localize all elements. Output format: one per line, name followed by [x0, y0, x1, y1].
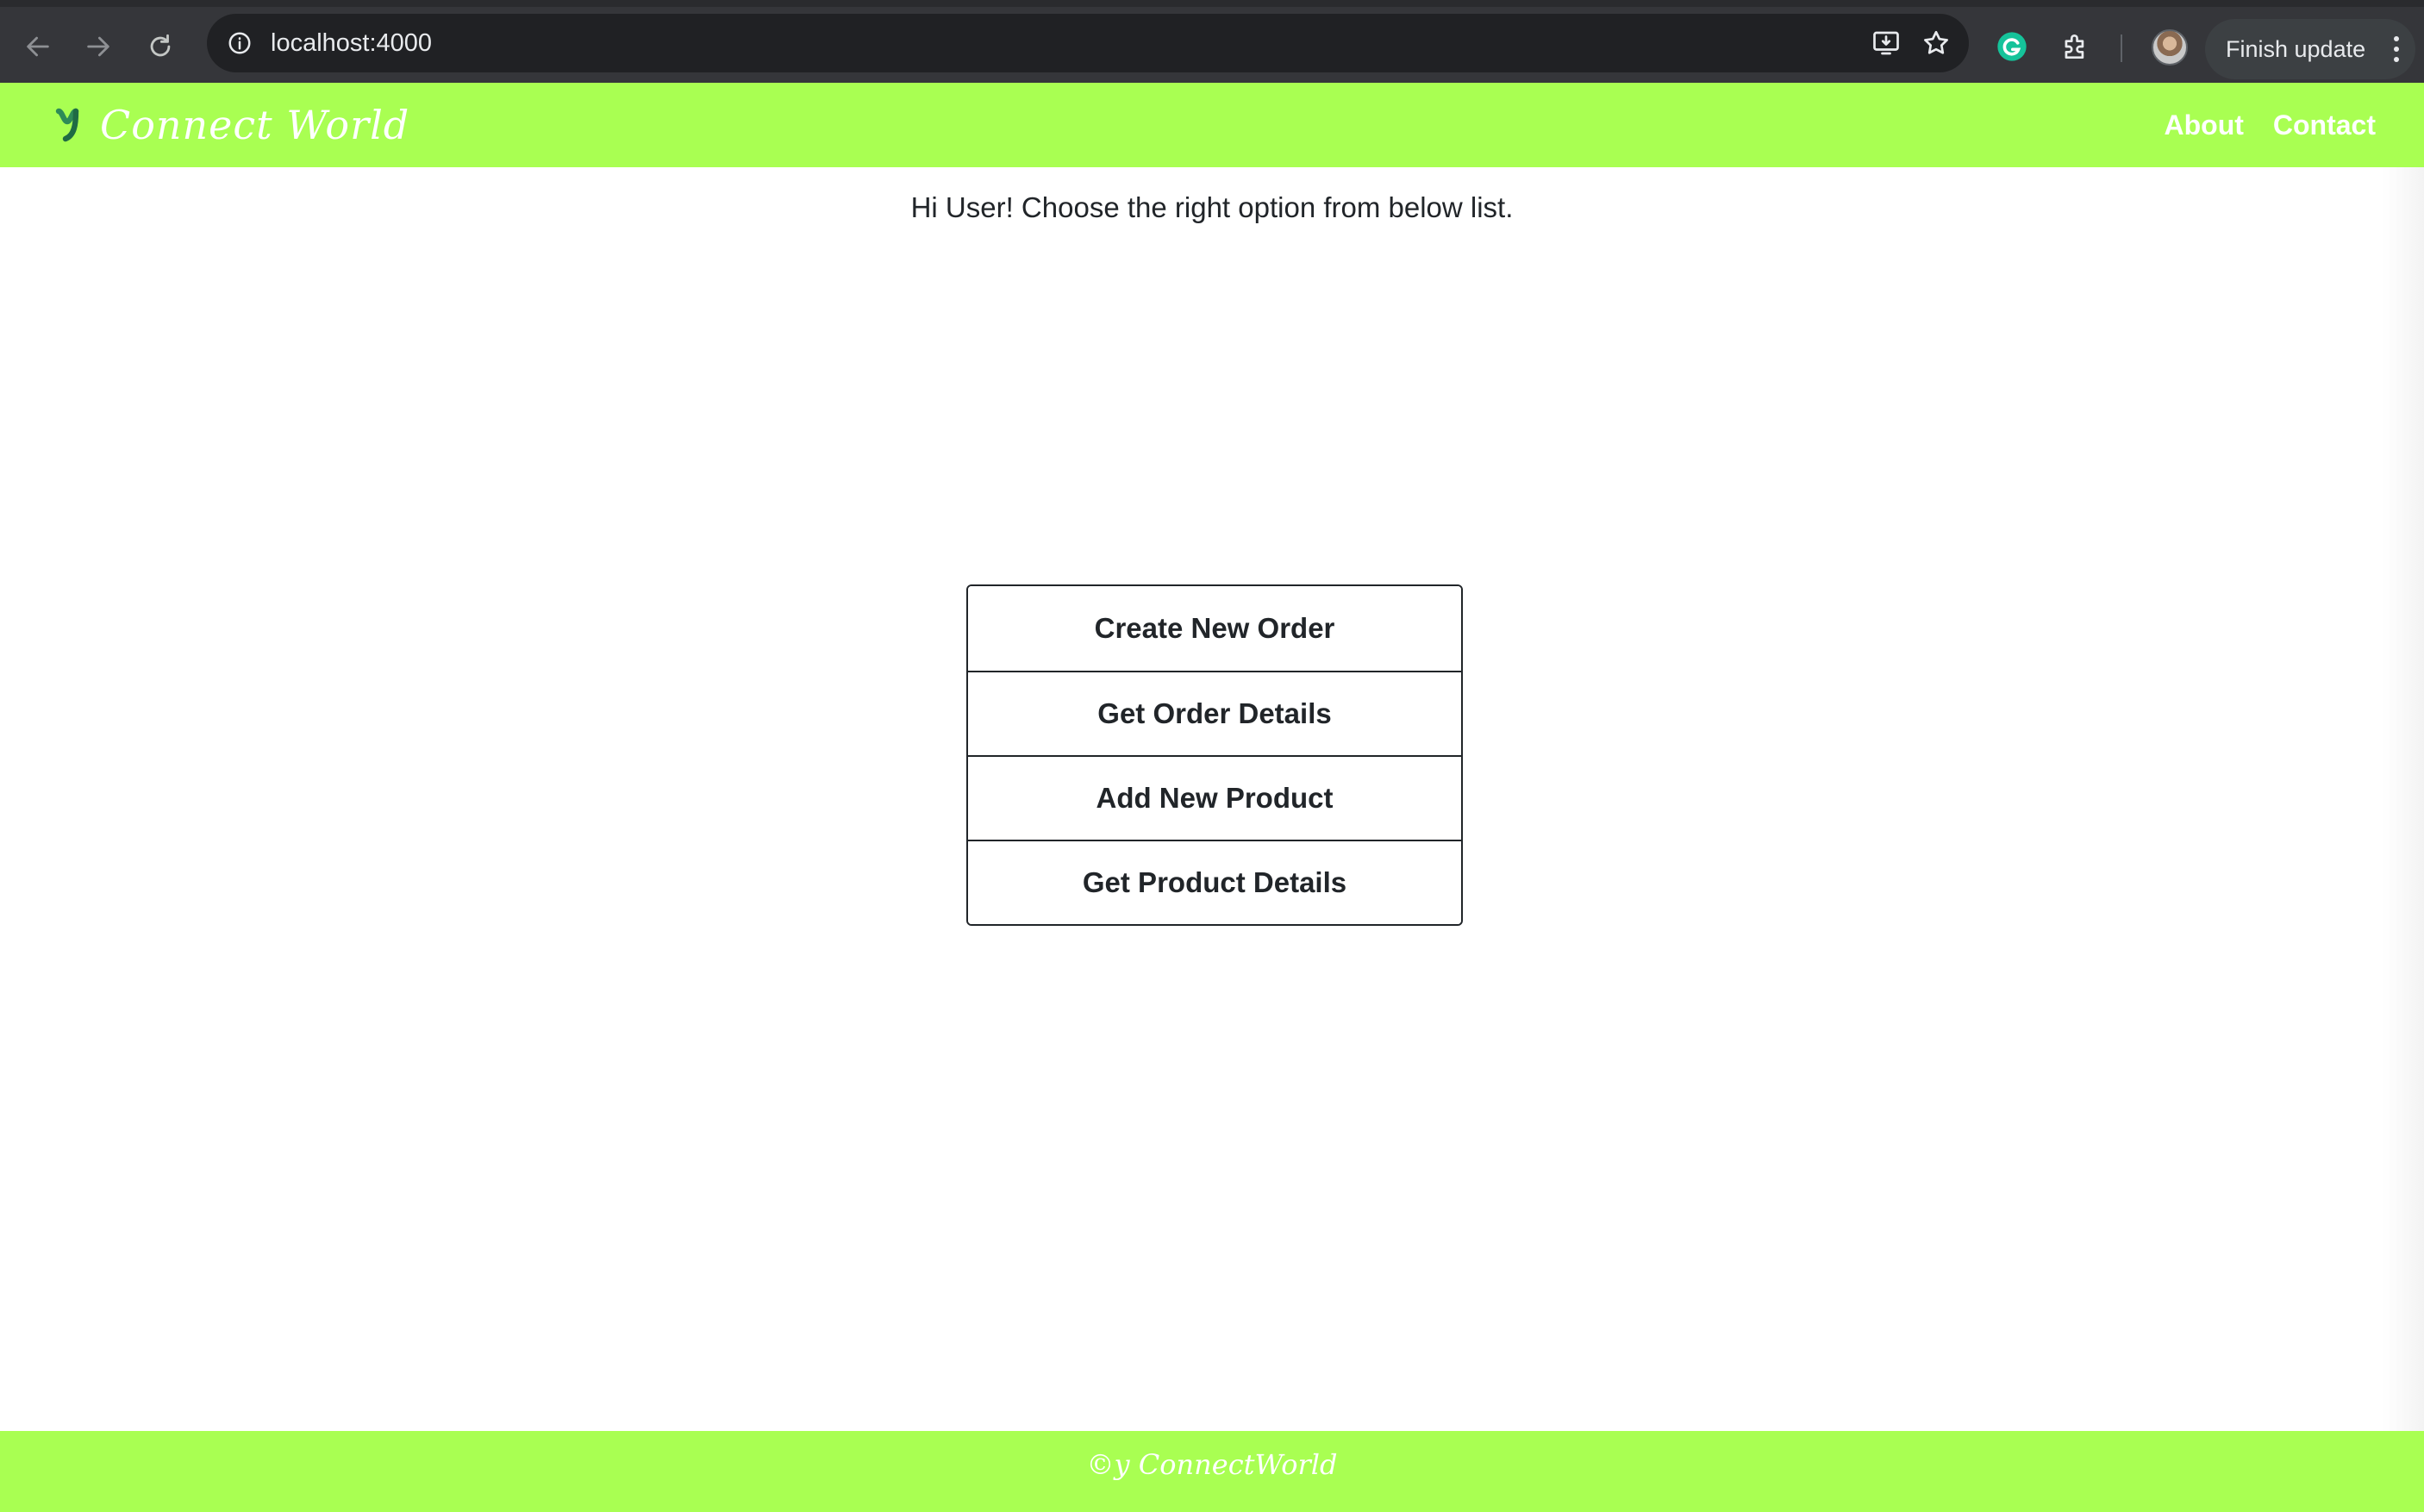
reload-icon	[150, 34, 171, 57]
finish-update-label: Finish update	[2226, 36, 2366, 62]
address-bar[interactable]: localhost:4000	[207, 14, 1969, 72]
logo-icon	[55, 108, 79, 142]
url-text[interactable]: localhost:4000	[271, 14, 432, 72]
get-product-details-button[interactable]: Get Product Details	[968, 840, 1461, 924]
create-new-order-button[interactable]: Create New Order	[968, 586, 1461, 671]
finish-update-button[interactable]: Finish update	[2205, 19, 2415, 79]
header-nav: About Contact	[2164, 83, 2376, 167]
get-order-details-button[interactable]: Get Order Details	[968, 671, 1461, 755]
grammarly-icon[interactable]	[1991, 26, 2033, 67]
brand-link[interactable]: Connect World	[53, 98, 409, 152]
back-button[interactable]	[14, 22, 62, 71]
scroll-edge-shade	[2383, 167, 2424, 1431]
avatar[interactable]	[2152, 29, 2188, 66]
arrow-right-icon	[87, 36, 109, 57]
nav-link-about[interactable]: About	[2164, 109, 2243, 141]
kebab-menu-icon	[2393, 36, 2400, 62]
forward-button[interactable]	[74, 22, 122, 71]
info-icon[interactable]	[222, 26, 257, 60]
install-app-icon[interactable]	[1869, 26, 1903, 60]
reload-button[interactable]	[136, 22, 184, 71]
toolbar-divider	[2121, 34, 2122, 62]
brand-name: Connect World	[100, 102, 410, 148]
footer-copyright: ©y ConnectWorld	[1086, 1448, 1338, 1481]
nav-link-contact[interactable]: Contact	[2273, 109, 2376, 141]
puzzle-icon[interactable]	[2055, 26, 2096, 67]
greeting-text: Hi User! Choose the right option from be…	[910, 191, 1514, 223]
browser-toolbar: localhost:4000 Finish update	[0, 0, 2424, 83]
add-new-product-button[interactable]: Add New Product	[968, 755, 1461, 840]
site-footer: ©y ConnectWorld	[0, 1431, 2424, 1512]
site-header: Connect World About Contact	[0, 83, 2424, 167]
star-icon[interactable]	[1919, 26, 1953, 60]
arrow-left-icon	[27, 36, 49, 57]
option-list: Create New Order Get Order Details Add N…	[966, 584, 1463, 926]
